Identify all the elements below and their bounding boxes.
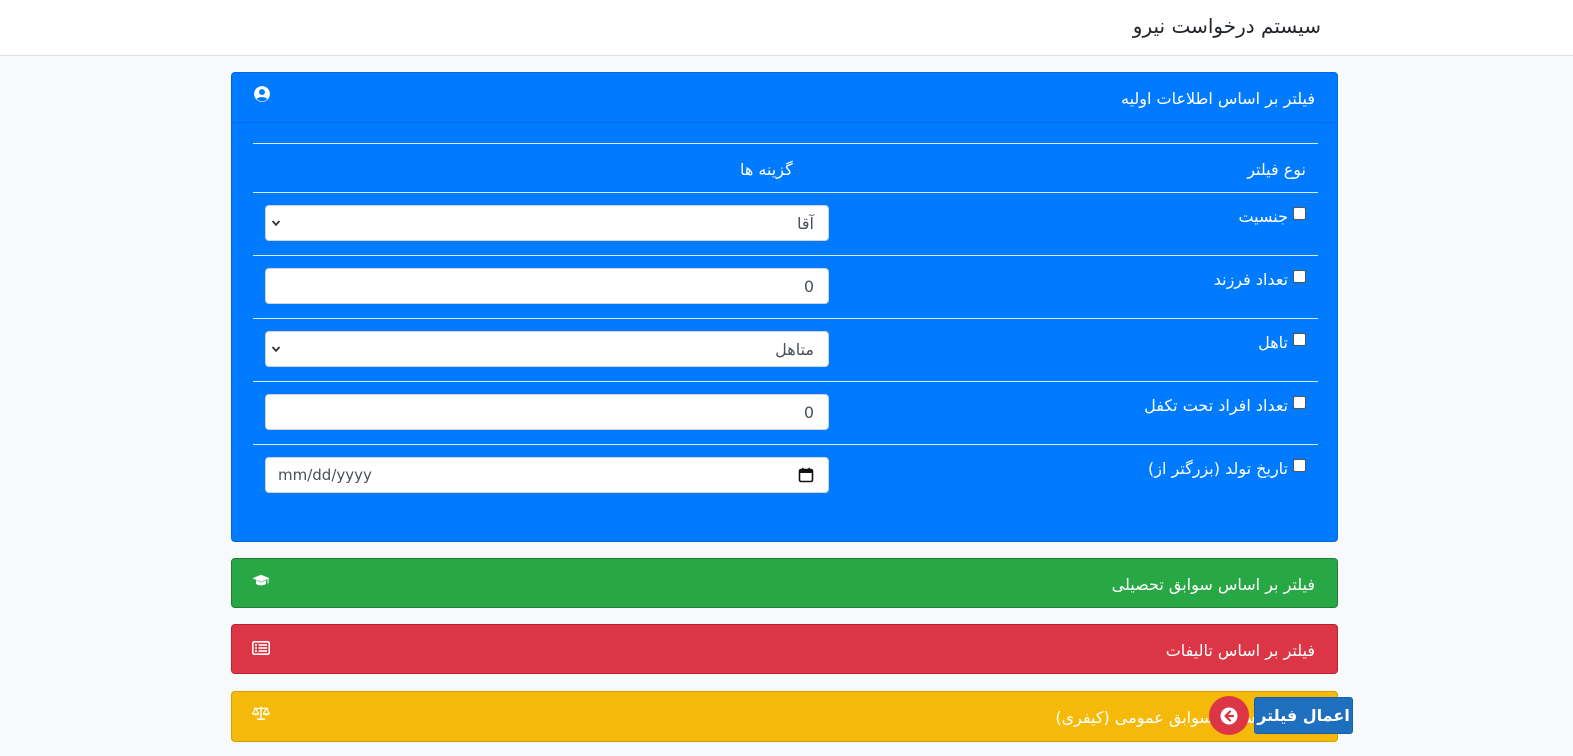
publications-filter-card: فیلتر بر اساس تالیفات bbox=[231, 624, 1338, 674]
birth-date-placeholder: mm/dd/yyyy bbox=[278, 466, 372, 484]
education-card-title: فیلتر بر اساس سوابق تحصیلی bbox=[1111, 575, 1315, 594]
user-circle-icon bbox=[254, 86, 270, 102]
list-alt-icon bbox=[252, 641, 270, 655]
chevron-down-icon bbox=[271, 220, 281, 227]
column-header-options: گزینه ها bbox=[740, 160, 793, 179]
chevron-down-icon bbox=[271, 346, 281, 353]
basic-info-card-title: فیلتر بر اساس اطلاعات اولیه bbox=[1121, 89, 1315, 108]
gender-select-value: آقا bbox=[797, 214, 814, 233]
table-row: جنسیت آقا bbox=[253, 192, 1318, 255]
marital-status-checkbox[interactable] bbox=[1293, 333, 1306, 346]
top-navbar: سیستم درخواست نیرو bbox=[0, 0, 1573, 56]
marital-status-label: تاهل bbox=[1258, 333, 1288, 352]
dependents-count-input[interactable]: 0 bbox=[265, 394, 829, 430]
marital-status-select[interactable]: متاهل bbox=[265, 331, 829, 367]
children-count-input[interactable]: 0 bbox=[265, 268, 829, 304]
table-header-row: نوع فیلتر گزینه ها bbox=[253, 143, 1318, 192]
table-row: تعداد فرزند 0 bbox=[253, 255, 1318, 318]
education-filter-card: فیلتر بر اساس سوابق تحصیلی bbox=[231, 558, 1338, 608]
basic-info-filter-card: فیلتر بر اساس اطلاعات اولیه نوع فیلتر گز… bbox=[231, 72, 1338, 542]
children-count-label: تعداد فرزند bbox=[1213, 270, 1288, 289]
education-card-header[interactable]: فیلتر بر اساس سوابق تحصیلی bbox=[232, 559, 1337, 607]
general-records-card-header[interactable]: فیلتر بر اساس سوابق عمومی (کیفری) bbox=[232, 692, 1337, 741]
column-header-filter-type: نوع فیلتر bbox=[1247, 160, 1306, 179]
dependents-count-value: 0 bbox=[803, 403, 814, 422]
general-records-filter-card: فیلتر بر اساس سوابق عمومی (کیفری) bbox=[231, 691, 1338, 742]
birth-date-label: تاریخ تولد (بزرگتر از) bbox=[1147, 459, 1288, 478]
children-count-checkbox[interactable] bbox=[1293, 270, 1306, 283]
table-row: تعداد افراد تحت تکفل 0 bbox=[253, 381, 1318, 444]
birth-date-input[interactable]: mm/dd/yyyy bbox=[265, 457, 829, 493]
balance-scale-icon bbox=[252, 706, 270, 720]
basic-info-card-header[interactable]: فیلتر بر اساس اطلاعات اولیه bbox=[232, 73, 1337, 123]
filter-table: نوع فیلتر گزینه ها جنسیت آقا تعداد فرزند… bbox=[253, 143, 1318, 507]
publications-card-header[interactable]: فیلتر بر اساس تالیفات bbox=[232, 625, 1337, 673]
calendar-icon[interactable] bbox=[798, 467, 814, 483]
gender-select[interactable]: آقا bbox=[265, 205, 829, 241]
table-row: تاهل متاهل bbox=[253, 318, 1318, 381]
arrow-circle-left-icon bbox=[1220, 707, 1238, 725]
children-count-value: 0 bbox=[803, 277, 814, 296]
table-row: تاریخ تولد (بزرگتر از) mm/dd/yyyy bbox=[253, 444, 1318, 507]
graduation-cap-icon bbox=[252, 574, 270, 586]
dependents-count-checkbox[interactable] bbox=[1293, 396, 1306, 409]
gender-label: جنسیت bbox=[1238, 207, 1288, 226]
back-button[interactable] bbox=[1209, 696, 1249, 735]
apply-filter-button[interactable]: اعمال فیلتر bbox=[1254, 697, 1353, 734]
publications-card-title: فیلتر بر اساس تالیفات bbox=[1165, 641, 1315, 660]
app-title: سیستم درخواست نیرو bbox=[1132, 14, 1321, 38]
gender-checkbox[interactable] bbox=[1293, 207, 1306, 220]
dependents-count-label: تعداد افراد تحت تکفل bbox=[1144, 396, 1288, 415]
marital-status-value: متاهل bbox=[775, 340, 814, 359]
birth-date-checkbox[interactable] bbox=[1293, 459, 1306, 472]
